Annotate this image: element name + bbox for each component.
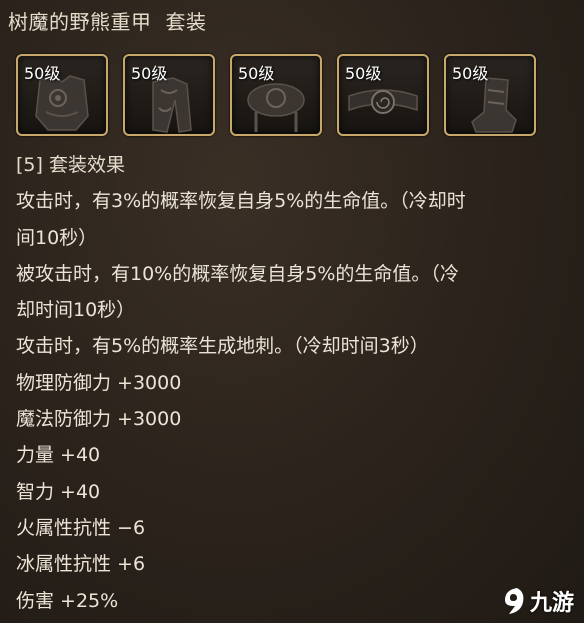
equipment-slot-chest[interactable]: 50级 bbox=[16, 54, 108, 136]
effect-line: 间10秒） bbox=[16, 226, 98, 249]
stat-line: 智力 +40 bbox=[16, 480, 101, 503]
watermark-text: 九游 bbox=[529, 591, 574, 616]
slot-level-label: 50级 bbox=[24, 64, 61, 83]
jiuyou-logo-icon bbox=[504, 588, 524, 614]
stat-line: 物理防御力 +3000 bbox=[16, 371, 182, 394]
equipment-slot-shoulder[interactable]: 50级 bbox=[230, 54, 322, 136]
effect-line: 被攻击时，有10%的概率恢复自身5%的生命值。（冷 bbox=[16, 262, 459, 285]
set-effect-header: [5] 套装效果 bbox=[16, 154, 125, 176]
effect-line: 攻击时，有5%的概率生成地刺。（冷却时间3秒） bbox=[16, 335, 429, 358]
equipment-slot-belt[interactable]: 50级 bbox=[337, 54, 429, 136]
slot-level-label: 50级 bbox=[131, 64, 168, 83]
set-effects: [5] 套装效果 攻击时，有3%的概率恢复自身5%的生命值。（冷却时 间10秒）… bbox=[16, 147, 574, 619]
set-title: 树魔的野熊重甲 套装 bbox=[8, 6, 207, 35]
effect-line: 却时间10秒） bbox=[16, 299, 136, 322]
set-name: 树魔的野熊重甲 bbox=[8, 10, 152, 34]
slot-level-label: 50级 bbox=[452, 64, 489, 83]
stat-line: 火属性抗性 −6 bbox=[16, 516, 146, 539]
slot-level-label: 50级 bbox=[345, 64, 382, 83]
stat-line: 伤害 +25% bbox=[16, 589, 119, 612]
slot-level-label: 50级 bbox=[238, 64, 275, 83]
set-label: 套装 bbox=[165, 10, 207, 34]
effect-line: 攻击时，有3%的概率恢复自身5%的生命值。（冷却时 bbox=[16, 190, 466, 213]
equipment-slot-boots[interactable]: 50级 bbox=[444, 54, 536, 136]
equipment-slots: 50级 50级 50级 50级 50级 bbox=[16, 54, 536, 136]
stat-line: 冰属性抗性 +6 bbox=[16, 553, 146, 576]
stat-line: 力量 +40 bbox=[16, 444, 101, 467]
watermark: 九游 bbox=[501, 585, 574, 617]
stat-line: 魔法防御力 +3000 bbox=[16, 408, 182, 431]
equipment-slot-legs[interactable]: 50级 bbox=[123, 54, 215, 136]
